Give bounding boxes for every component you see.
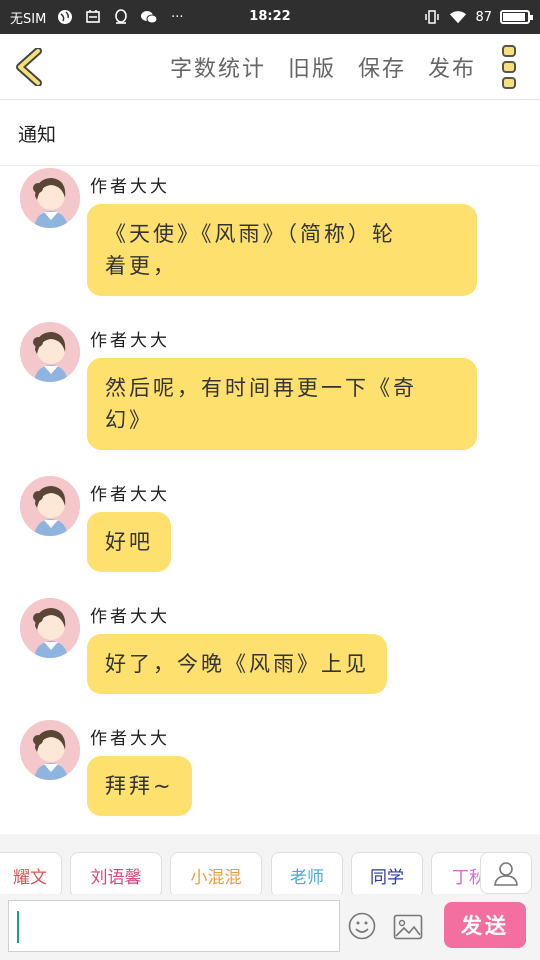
author-name: 作者大大 [90, 607, 170, 627]
image-icon [393, 914, 423, 940]
chip-label: 同学 [370, 867, 404, 888]
word-count-button[interactable]: 字数统计 [170, 51, 266, 83]
more-icon[interactable] [502, 45, 518, 89]
message-bubble[interactable]: 好吧 [87, 512, 171, 572]
wifi-icon [449, 8, 467, 26]
message-bubble[interactable]: 拜拜~ [87, 756, 192, 816]
author-name: 作者大大 [90, 485, 170, 505]
chip-label: 小混混 [190, 867, 242, 888]
recipient-chip[interactable]: 耀文 [0, 852, 62, 894]
screenshot-icon [84, 8, 102, 26]
message-bubble[interactable]: 好了，今晚《风雨》上见 [87, 634, 387, 694]
author-name: 作者大大 [90, 331, 170, 351]
contacts-button[interactable] [480, 852, 532, 894]
globe-icon [56, 8, 74, 26]
chip-label: 老师 [290, 867, 324, 888]
message-line: 着更， [105, 254, 177, 278]
vibrate-icon [423, 8, 441, 26]
notice-label: 通知 [18, 124, 57, 146]
chat-area[interactable]: 作者大大 《天使》《风雨》（简称）轮 着更， 作者大大 然后呢，有时间再更一下《… [0, 166, 540, 834]
text-caret [17, 911, 19, 943]
send-button[interactable]: 发送 [444, 902, 526, 948]
message-line: 《天使》《风雨》（简称）轮 [105, 222, 396, 246]
publish-button[interactable]: 发布 [428, 51, 476, 83]
recipient-chip[interactable]: 刘语馨 [70, 852, 162, 894]
author-name: 作者大大 [90, 177, 170, 197]
chip-label: 耀文 [13, 867, 47, 888]
emoji-button[interactable] [348, 912, 376, 940]
qq-icon [112, 8, 130, 26]
recipient-chip[interactable]: 老师 [271, 852, 343, 894]
author-name: 作者大大 [90, 729, 170, 749]
old-version-button[interactable]: 旧版 [288, 51, 336, 83]
emoji-icon [348, 912, 376, 940]
image-button[interactable] [393, 914, 423, 940]
back-button[interactable] [12, 47, 48, 87]
chip-label: 刘语馨 [90, 867, 142, 888]
more-notifications-icon: ··· [171, 9, 184, 25]
message-bubble[interactable]: 《天使》《风雨》（简称）轮 着更， [87, 204, 477, 296]
battery-icon [500, 10, 533, 24]
avatar[interactable] [20, 322, 80, 382]
message-bubble[interactable]: 然后呢，有时间再更一下《奇 幻》 [87, 358, 477, 450]
person-icon [494, 862, 518, 886]
notice-bar[interactable]: 通知 [0, 100, 540, 166]
save-button[interactable]: 保存 [358, 51, 406, 83]
avatar[interactable] [20, 720, 80, 780]
message-line: 拜拜~ [105, 774, 174, 798]
battery-percent: 87 [475, 9, 492, 25]
carrier-label: 无SIM [10, 11, 47, 27]
wechat-icon [140, 8, 158, 26]
recipient-chip-bar[interactable]: 耀文 刘语馨 小混混 老师 同学 丁秋 [0, 834, 540, 894]
message-line: 好吧 [105, 530, 153, 554]
input-bar: 发送 [0, 894, 540, 960]
avatar[interactable] [20, 476, 80, 536]
message-line: 好了，今晚《风雨》上见 [105, 652, 369, 676]
back-icon [16, 47, 42, 87]
message-input[interactable] [8, 900, 340, 952]
message-line: 然后呢，有时间再更一下《奇 [105, 376, 417, 400]
message-line: 幻》 [105, 408, 153, 432]
status-bar: 无SIM ··· 18:22 87 [0, 0, 540, 34]
avatar[interactable] [20, 168, 80, 228]
editor-toolbar: 字数统计 旧版 保存 发布 [0, 34, 540, 100]
recipient-chip[interactable]: 小混混 [170, 852, 262, 894]
recipient-chip[interactable]: 同学 [351, 852, 423, 894]
avatar[interactable] [20, 598, 80, 658]
